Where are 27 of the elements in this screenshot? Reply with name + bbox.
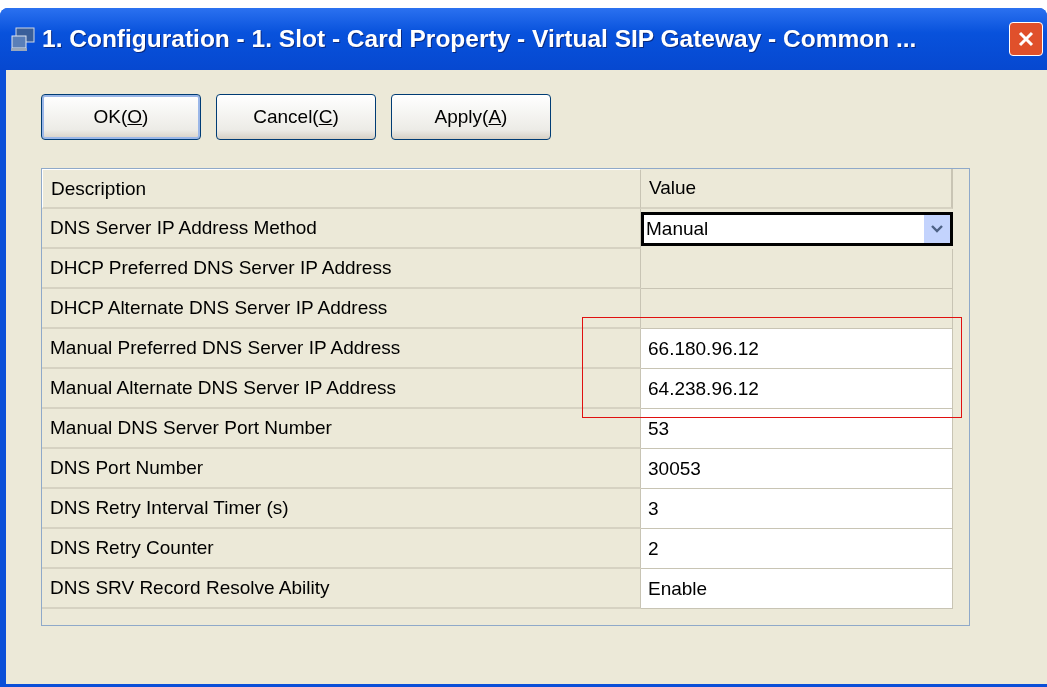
- computer-icon: [10, 26, 36, 52]
- value-field[interactable]: 3: [641, 489, 953, 529]
- value-field[interactable]: 53: [641, 409, 953, 449]
- column-header: Value: [641, 169, 953, 209]
- table-cell: DHCP Preferred DNS Server IP Address: [42, 249, 641, 289]
- table-cell: DNS Retry Counter: [42, 529, 641, 569]
- table-cell: DNS SRV Record Resolve Ability: [42, 569, 641, 609]
- table-cell: DNS Retry Interval Timer (s): [42, 489, 641, 529]
- dialog-button[interactable]: OK(O): [41, 94, 201, 140]
- table-cell: Manual Preferred DNS Server IP Address: [42, 329, 641, 369]
- table-cell: Manual DNS Server Port Number: [42, 409, 641, 449]
- table-cell: DHCP Alternate DNS Server IP Address: [42, 289, 641, 329]
- dropdown[interactable]: Manual: [641, 212, 953, 246]
- close-button[interactable]: [1009, 22, 1043, 56]
- value-field[interactable]: 64.238.96.12: [641, 369, 953, 409]
- dialog-button[interactable]: Apply(A): [391, 94, 551, 140]
- window-title: 1. Configuration - 1. Slot - Card Property - Virtual SIP Gateway - Common ...: [42, 25, 918, 53]
- table-cell: Manual Alternate DNS Server IP Address: [42, 369, 641, 409]
- dialog-button[interactable]: Cancel(C): [216, 94, 376, 140]
- table-cell: DNS Server IP Address Method: [42, 209, 641, 249]
- table-cell: DNS Port Number: [42, 449, 641, 489]
- value-field[interactable]: 2: [641, 529, 953, 569]
- value-field[interactable]: Enable: [641, 569, 953, 609]
- value-field[interactable]: 30053: [641, 449, 953, 489]
- close-icon: [1016, 29, 1036, 49]
- column-header: Description: [42, 169, 641, 209]
- value-field[interactable]: 66.180.96.12: [641, 329, 953, 369]
